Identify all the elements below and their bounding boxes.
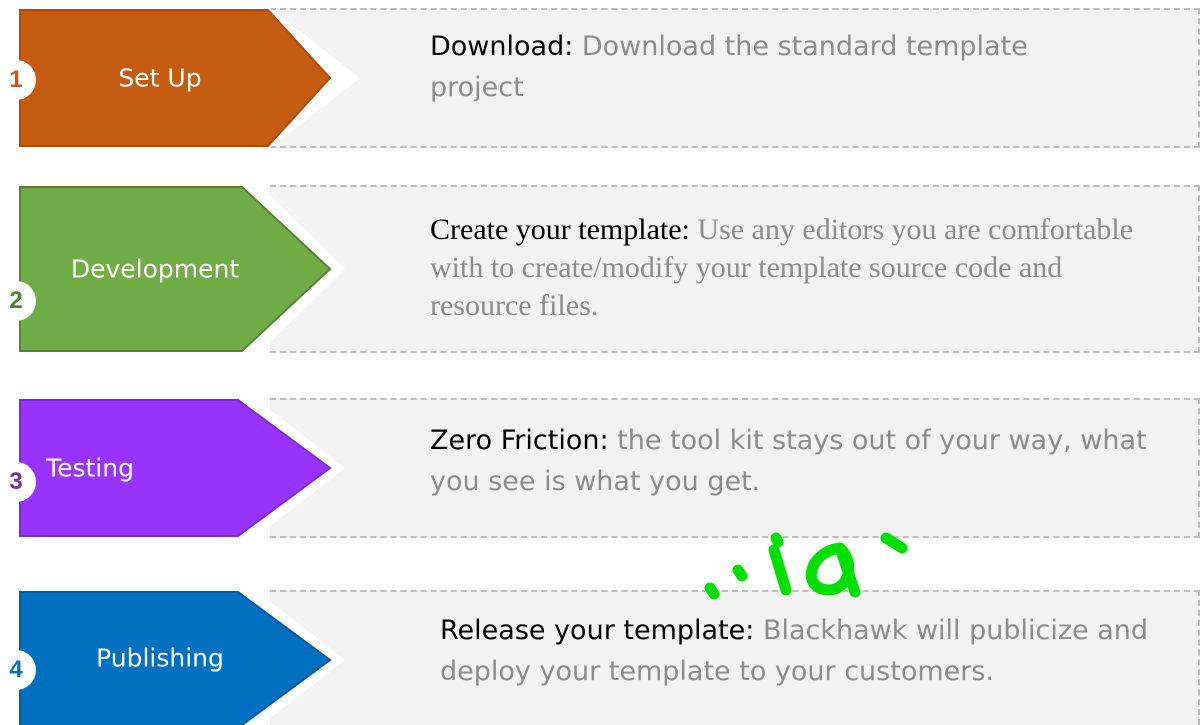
- step-4-arrow: Publishing: [0, 590, 360, 725]
- step-3-lead: Zero Friction:: [430, 425, 609, 456]
- watermark-shape: [704, 532, 908, 600]
- step-3-number: 3: [9, 468, 23, 495]
- step-3-description: Zero Friction: the tool kit stays out of…: [430, 420, 1170, 502]
- step-1-description: Download: Download the standard template…: [430, 26, 1130, 108]
- step-1-number: 1: [9, 66, 23, 93]
- step-1: Set Up 1 Download: Download the standard…: [0, 8, 1202, 148]
- step-2: Development 2 Create your template: Use …: [0, 185, 1202, 353]
- step-4-lead: Release your template:: [440, 615, 755, 646]
- step-3: Testing 3 Zero Friction: the tool kit st…: [0, 398, 1202, 538]
- step-2-number: 2: [9, 287, 23, 314]
- step-2-label: Development: [70, 254, 240, 284]
- step-3-arrow: Testing: [0, 398, 360, 538]
- step-2-arrow: Development: [0, 185, 360, 353]
- step-1-label: Set Up: [118, 63, 202, 93]
- step-4-description: Release your template: Blackhawk will pu…: [440, 610, 1170, 692]
- step-1-arrow: Set Up: [0, 8, 360, 148]
- step-4-number: 4: [9, 656, 23, 683]
- step-3-label: Testing: [46, 453, 134, 483]
- step-1-lead: Download:: [430, 31, 574, 62]
- step-2-description: Create your template: Use any editors yo…: [430, 211, 1150, 325]
- step-4-label: Publishing: [96, 643, 224, 672]
- step-4: Publishing 4 Release your template: Blac…: [0, 590, 1202, 725]
- step-2-lead: Create your template:: [430, 213, 690, 246]
